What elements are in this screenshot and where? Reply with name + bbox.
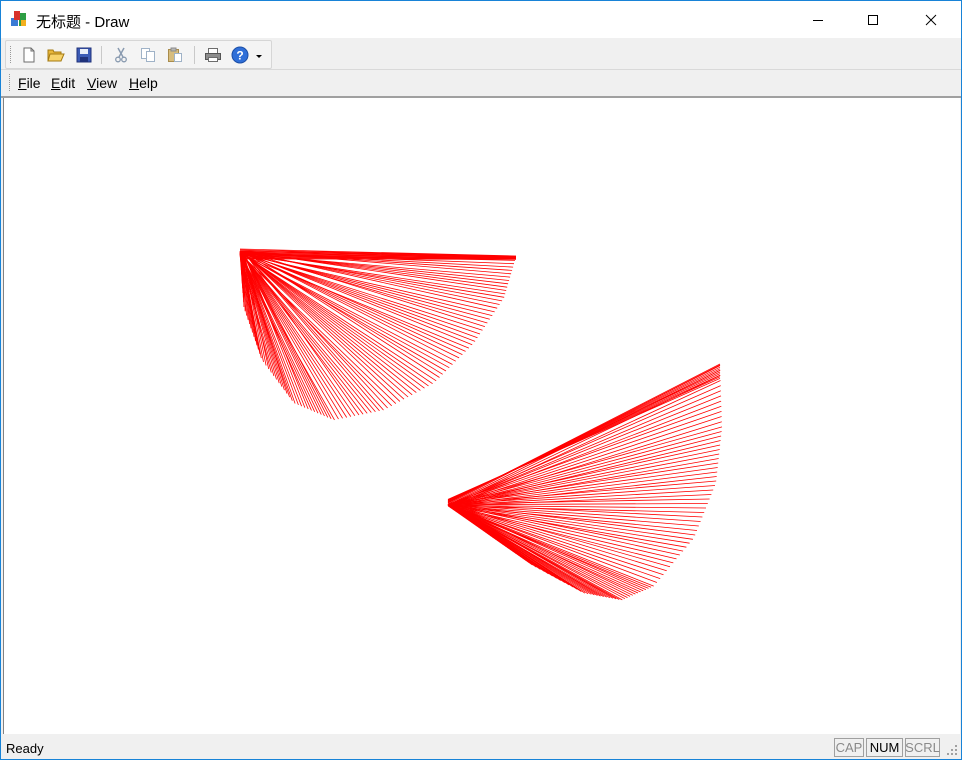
close-button[interactable] bbox=[908, 1, 954, 38]
save-disk-icon bbox=[76, 47, 92, 63]
close-icon bbox=[925, 14, 937, 25]
menubar-grip[interactable] bbox=[9, 74, 12, 91]
fan-line bbox=[448, 431, 722, 506]
menu-label: elp bbox=[139, 75, 158, 91]
cut-button[interactable] bbox=[110, 44, 132, 66]
drawing-surface[interactable] bbox=[4, 98, 960, 734]
caps-lock-indicator: CAP bbox=[834, 738, 864, 757]
indicator-label: CAP bbox=[835, 740, 863, 755]
window-title: 无标题 - Draw bbox=[36, 14, 130, 31]
menu-accelerator: F bbox=[18, 75, 27, 91]
print-icon bbox=[205, 48, 221, 62]
resize-grip-icon[interactable] bbox=[946, 744, 958, 756]
menu-file[interactable]: File bbox=[18, 75, 41, 91]
help-icon: ? bbox=[231, 46, 249, 64]
fan-line bbox=[450, 504, 611, 599]
fan-line bbox=[449, 505, 631, 597]
fan-shape-lower bbox=[447, 363, 723, 601]
toolbar-strip: ? bbox=[5, 40, 272, 69]
menu-edit[interactable]: Edit bbox=[51, 75, 75, 91]
cut-scissors-icon bbox=[115, 47, 127, 63]
paste-icon bbox=[168, 47, 182, 62]
minimize-icon bbox=[813, 19, 823, 21]
maximize-button[interactable] bbox=[850, 1, 896, 38]
print-button[interactable] bbox=[202, 44, 224, 66]
menu-bar: File Edit View Help bbox=[1, 70, 961, 98]
dropdown-arrow-icon bbox=[256, 55, 262, 58]
open-folder-icon bbox=[47, 49, 65, 62]
indicator-label: NUM bbox=[869, 740, 900, 755]
menu-view[interactable]: View bbox=[87, 75, 117, 91]
scroll-lock-indicator: SCRL bbox=[905, 738, 940, 757]
fan-shape-upper bbox=[239, 248, 517, 421]
open-button[interactable] bbox=[45, 44, 67, 66]
menu-label: iew bbox=[96, 75, 118, 91]
menu-accelerator: H bbox=[129, 75, 140, 91]
minimize-button[interactable] bbox=[795, 1, 841, 38]
fan-line bbox=[448, 405, 722, 505]
menu-accelerator: V bbox=[87, 75, 97, 91]
fan-line bbox=[239, 251, 364, 415]
menu-label: dit bbox=[60, 75, 76, 91]
menu-accelerator: E bbox=[51, 75, 61, 91]
status-bar: Ready CAP NUM SCRL bbox=[1, 736, 961, 759]
menu-label: ile bbox=[26, 75, 41, 91]
copy-icon bbox=[141, 48, 155, 62]
svg-text:?: ? bbox=[236, 49, 243, 63]
status-text: Ready bbox=[6, 741, 44, 756]
drawing-canvas[interactable] bbox=[3, 98, 960, 734]
num-lock-indicator: NUM bbox=[866, 738, 903, 757]
toolbar-options-dropdown[interactable] bbox=[253, 44, 265, 66]
help-button[interactable]: ? bbox=[229, 44, 251, 66]
new-button[interactable] bbox=[18, 44, 40, 66]
copy-button[interactable] bbox=[137, 44, 159, 66]
toolbar-grip[interactable] bbox=[10, 46, 13, 63]
new-document-icon bbox=[23, 47, 35, 63]
app-window: 无标题 - Draw ? File Edit View Help Ready C… bbox=[0, 0, 962, 760]
app-icon bbox=[11, 11, 26, 26]
toolbar: ? bbox=[1, 38, 961, 70]
indicator-label: SCRL bbox=[905, 740, 940, 755]
save-button[interactable] bbox=[73, 44, 95, 66]
title-bar[interactable]: 无标题 - Draw bbox=[1, 1, 961, 38]
fan-line bbox=[449, 380, 721, 507]
paste-button[interactable] bbox=[164, 44, 186, 66]
menu-help[interactable]: Help bbox=[129, 75, 158, 91]
toolbar-separator bbox=[194, 46, 195, 64]
toolbar-separator bbox=[101, 46, 102, 64]
maximize-icon bbox=[868, 14, 878, 25]
